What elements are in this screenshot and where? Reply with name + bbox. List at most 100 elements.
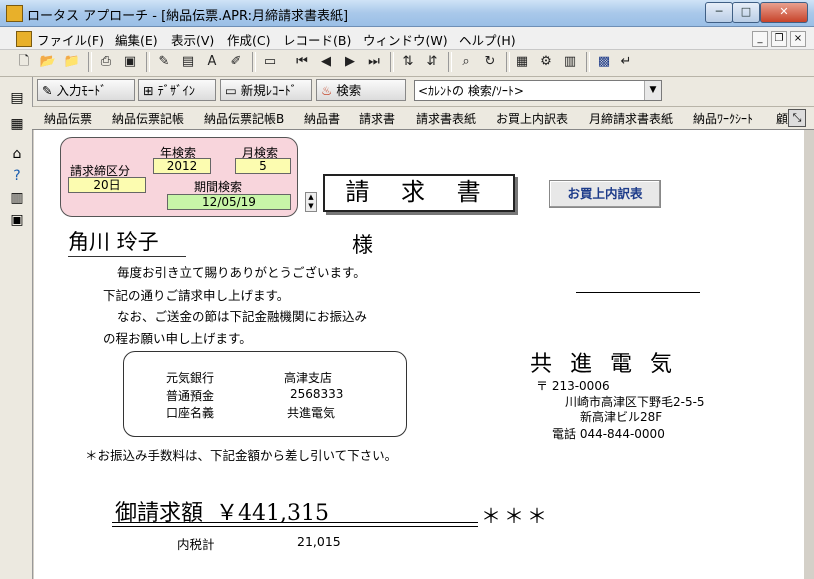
amount-stars: ＊＊＊: [481, 504, 550, 528]
sort-descending-icon[interactable]: ⇵: [422, 52, 442, 72]
design-icon: ⊞: [143, 83, 154, 98]
chart-icon[interactable]: ▥: [560, 52, 580, 72]
month-field[interactable]: 5: [235, 158, 291, 174]
mode-toolbar: ✎ 入力ﾓｰﾄﾞ ⊞ ﾃﾞｻﾞｲﾝ ▭ 新規ﾚｺｰﾄﾞ ♨ 検索 <ｶﾚﾝﾄの …: [32, 77, 814, 107]
maximize-button[interactable]: □: [732, 2, 760, 23]
toolbar-separator: [448, 52, 452, 72]
chevron-down-icon[interactable]: ▼: [644, 81, 661, 100]
menu-edit[interactable]: 編集(E): [115, 30, 158, 49]
calculator-icon[interactable]: ▦: [512, 52, 532, 72]
tab-seikyusho-hyoshi[interactable]: 請求書表紙: [416, 110, 476, 127]
spellcheck-icon[interactable]: ▩: [594, 52, 614, 72]
design-button[interactable]: ⊞ ﾃﾞｻﾞｲﾝ: [138, 79, 216, 101]
greeting-line-1: 毎度お引き立て賜りありがとうございます。: [117, 265, 366, 280]
mdi-minimize-button[interactable]: _: [752, 31, 768, 47]
help-icon[interactable]: ?: [8, 167, 26, 185]
ruler-icon[interactable]: ▤: [178, 52, 198, 72]
tax-value: 21,015: [297, 534, 341, 549]
close-button[interactable]: ✕: [760, 2, 808, 23]
greeting-line-2: 下記の通りご請求申し上げます。: [103, 288, 290, 303]
open-folder-icon[interactable]: 📂: [38, 52, 58, 72]
tab-seikyusho[interactable]: 請求書: [359, 110, 395, 127]
period-field[interactable]: 12/05/19: [167, 194, 291, 210]
year-field[interactable]: 2012: [153, 158, 211, 174]
menu-view[interactable]: 表示(V): [171, 30, 214, 49]
print-icon[interactable]: ⎙: [96, 52, 116, 72]
new-record-label: 新規ﾚｺｰﾄﾞ: [240, 83, 298, 98]
menu-record[interactable]: レコード(B): [283, 30, 351, 49]
field-icon[interactable]: ▭: [260, 52, 280, 72]
first-record-icon[interactable]: ⏮: [292, 52, 312, 72]
left-toolbar: ▤ ▦ ⌂ ? ▥ ▣: [0, 77, 33, 579]
amount-underline: [112, 522, 478, 527]
mdi-close-button[interactable]: ×: [790, 31, 806, 47]
tab-nohin-denpyo-kicho[interactable]: 納品伝票記帳: [112, 110, 184, 127]
search-sort-combo[interactable]: <ｶﾚﾝﾄの 検索/ｿｰﾄ> ▼: [414, 80, 662, 101]
menu-help[interactable]: ヘルプ(H): [459, 30, 516, 49]
bank-info-box: 元気銀行 高津支店 普通預金 2568333 口座名義 共進電気: [123, 351, 407, 437]
toolbar-separator: [88, 52, 92, 72]
database-icon[interactable]: ▥: [8, 189, 26, 207]
pencil-icon[interactable]: ✎: [154, 52, 174, 72]
last-record-icon[interactable]: ⏭: [364, 52, 384, 72]
input-mode-button[interactable]: ✎ 入力ﾓｰﾄﾞ: [37, 79, 135, 101]
vertical-scrollbar[interactable]: [804, 130, 814, 579]
menu-file[interactable]: ファイル(F): [37, 30, 104, 49]
find-icon[interactable]: ⌕: [456, 52, 476, 72]
input-mode-label: 入力ﾓｰﾄﾞ: [56, 83, 107, 98]
spin-control[interactable]: ▲ ▼: [305, 192, 317, 212]
search-icon: ♨: [321, 83, 333, 98]
form-icon[interactable]: ▦: [8, 115, 26, 133]
minimize-button[interactable]: ─: [705, 2, 733, 23]
view-tabs: 納品伝票 納品伝票記帳 納品伝票記帳B 納品書 請求書 請求書表紙 お買上内訳表…: [32, 107, 814, 130]
okaiage-uchiwake-button[interactable]: お買上内訳表: [549, 180, 661, 208]
new-file-icon[interactable]: 🗋: [14, 52, 34, 72]
settings-icon[interactable]: ⚙: [536, 52, 556, 72]
refresh-icon[interactable]: ↻: [480, 52, 500, 72]
period-label: 期間検索: [194, 180, 243, 194]
menu-create[interactable]: 作成(C): [227, 30, 270, 49]
tab-tsukijime-seikyusho-hyoshi[interactable]: 月締請求書表紙: [589, 110, 673, 127]
preview-icon[interactable]: ▣: [120, 52, 140, 72]
tab-okaiage-uchiwake[interactable]: お買上内訳表: [496, 110, 568, 127]
window-title: ロータス アプローチ - [納品伝票.APR:月締請求書表紙]: [27, 9, 349, 24]
resize-handle-icon[interactable]: ⤡: [788, 109, 806, 127]
company-address-2: 新高津ビル28F: [580, 410, 663, 424]
folder-icon[interactable]: 📁: [62, 52, 82, 72]
greeting-line-4: の程お願い申し上げます。: [103, 331, 252, 346]
signature-line: [576, 292, 700, 293]
report-icon[interactable]: ▣: [8, 211, 26, 229]
kubun-field[interactable]: 20日: [68, 177, 146, 193]
home-icon[interactable]: ⌂: [8, 145, 26, 163]
tab-kokyaku[interactable]: 顧: [776, 110, 788, 127]
draw-icon[interactable]: ✐: [226, 52, 246, 72]
design-label: ﾃﾞｻﾞｲﾝ: [157, 83, 195, 98]
tab-nohinsho[interactable]: 納品書: [304, 110, 340, 127]
mdi-restore-button[interactable]: ❐: [771, 31, 787, 47]
toolbar-separator: [146, 52, 150, 72]
enter-icon[interactable]: ↵: [616, 52, 636, 72]
tab-nohin-denpyo[interactable]: 納品伝票: [44, 110, 92, 127]
greeting-line-3: なお、ご送金の節は下記金融機関にお振込み: [117, 309, 368, 324]
prev-record-icon[interactable]: ◀: [316, 52, 336, 72]
account-holder-label: 口座名義: [166, 406, 215, 420]
search-button[interactable]: ♨ 検索: [316, 79, 406, 101]
invoice-title: 請 求 書: [323, 174, 515, 212]
document-icon[interactable]: [16, 31, 32, 47]
account-holder: 共進電気: [287, 406, 336, 420]
fee-note: ＊お振込み手数料は、下記金額から差し引いて下さい。: [85, 448, 398, 463]
tab-nohin-worksheet[interactable]: 納品ﾜｰｸｼｰﾄ: [693, 110, 753, 127]
honorific: 様: [352, 233, 373, 257]
menu-window[interactable]: ウィンドウ(W): [363, 30, 448, 49]
customer-name: 角川 玲子: [68, 226, 186, 257]
sort-ascending-icon[interactable]: ⇅: [398, 52, 418, 72]
browse-icon[interactable]: ▤: [8, 89, 26, 107]
bank-name: 元気銀行: [166, 371, 215, 385]
search-label: 検索: [336, 83, 362, 98]
next-record-icon[interactable]: ▶: [340, 52, 360, 72]
company-postal: 〒 213-0006: [536, 379, 610, 393]
search-panel: 請求締区分 20日 年検索 2012 月検索 5 期間検索 12/05/19: [60, 137, 298, 217]
text-icon[interactable]: A: [202, 52, 222, 72]
tab-nohin-denpyo-kicho-b[interactable]: 納品伝票記帳B: [204, 110, 284, 127]
new-record-button[interactable]: ▭ 新規ﾚｺｰﾄﾞ: [220, 79, 312, 101]
